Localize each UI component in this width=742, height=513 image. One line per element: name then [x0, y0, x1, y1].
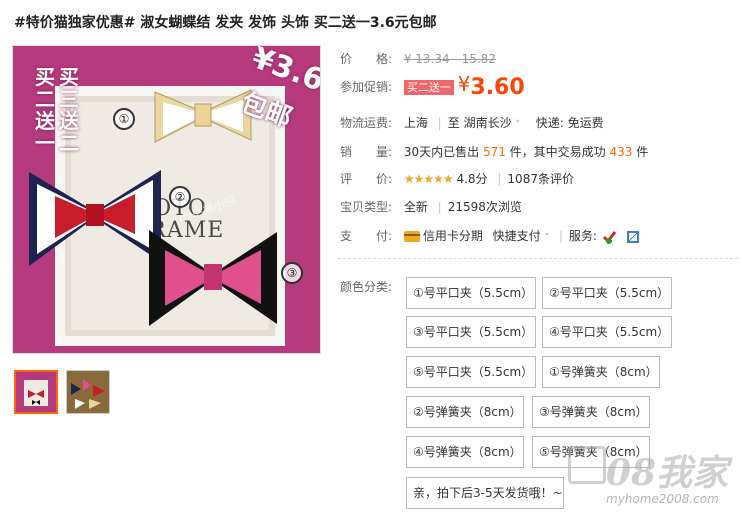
ship-to-value: 湖南长沙 [463, 116, 512, 130]
sales-success: 433 [609, 145, 633, 159]
bow-2 [29, 170, 161, 266]
promo-char: 三 [59, 87, 79, 111]
option-item[interactable]: ④号弹簧夹（8cm） [406, 436, 524, 468]
color-options-label: 颜色分类: [340, 280, 393, 294]
separator: | [437, 116, 442, 130]
sales-prefix: 30天内已售出 [403, 145, 480, 159]
separator: | [558, 229, 563, 243]
bow-3 [149, 230, 277, 326]
quick-pay-dropdown[interactable]: 快捷支付 ˅ [493, 229, 549, 243]
promo-char: 一 [35, 131, 55, 155]
section-divider [338, 258, 738, 259]
separator: | [497, 172, 502, 186]
option-item[interactable]: ③号平口夹（5.5cm） [406, 316, 536, 348]
credit-card-icon [403, 231, 420, 242]
logo-text: 08我家 [606, 452, 729, 494]
option-item[interactable]: ④号平口夹（5.5cm） [542, 316, 672, 348]
house-icon [568, 446, 606, 484]
site-watermark-logo: 08我家 myhome2008.com [566, 440, 742, 512]
ship-from: 上海 [403, 116, 428, 130]
sales-mid: 件，其中交易成功 [509, 145, 606, 159]
promo-char: 二 [35, 87, 55, 111]
promo-char: 买 [35, 65, 55, 89]
service-label: 服务: [568, 229, 597, 243]
promo-char: 送 [35, 109, 55, 133]
thumbnail-2-image [71, 379, 105, 409]
promotion-label: 参加促销: [340, 80, 393, 94]
type-value: 全新 [403, 200, 428, 214]
option-item[interactable]: ①号弹簧夹（8cm） [542, 356, 660, 388]
bow-number-1: ① [113, 108, 135, 130]
service-guarantee-icon[interactable] [601, 229, 617, 245]
bow-number-2: ② [169, 186, 191, 208]
promo-char: 二 [59, 131, 79, 155]
type-label: 宝贝类型: [340, 200, 393, 214]
pay-quick-label: 快捷支付 [492, 229, 541, 243]
service-invoice-icon[interactable] [626, 230, 639, 243]
ship-method: 快递: 免运费 [535, 116, 604, 130]
option-item[interactable]: ②号弹簧夹（8cm） [406, 396, 524, 428]
price-label: 价 格: [340, 52, 393, 66]
promo-char: 送 [59, 109, 79, 133]
ship-to-prefix: 至 [447, 116, 460, 130]
sales-suffix: 件 [636, 145, 649, 159]
shipping-label: 物流运费: [340, 116, 393, 130]
thumbnail-1[interactable] [14, 370, 58, 414]
view-count: 21598次浏览 [447, 200, 522, 214]
sales-label: 销 量: [340, 145, 393, 159]
price-row: 价 格: ¥ 13.34 - 15.82 [340, 50, 496, 67]
option-item[interactable]: 亲，拍下后3-5天发货哦！~ [406, 477, 564, 509]
shipping-row: 物流运费: 上海 | 至 湖南长沙 ˅ 快递: 免运费 [340, 114, 604, 131]
promo-currency: ¥ [457, 72, 471, 96]
rating-score: 4.8分 [456, 172, 488, 186]
main-product-image[interactable]: HOTO FRAME miss姚小田 买 买 二 三 送 送 一 二 ¥3.6 … [12, 45, 321, 354]
rating-stars-icon: ★★★★★ [403, 172, 454, 186]
option-item[interactable]: ①号平口夹（5.5cm） [406, 277, 536, 309]
logo-url: myhome2008.com [606, 492, 719, 506]
promo-price: 3.60 [470, 75, 525, 100]
thumbnail-1-image [24, 380, 48, 406]
rating-row: 评 价: ★★★★★ 4.8分 | 1087条评价 [340, 170, 574, 187]
payment-label: 支 付: [340, 229, 393, 243]
promo-vertical-text: 买买 二三 送送 一二 [33, 66, 89, 154]
option-item[interactable]: ②号平口夹（5.5cm） [542, 277, 672, 309]
sales-row: 销 量: 30天内已售出 571 件，其中交易成功 433 件 [340, 143, 648, 160]
ship-to-dropdown[interactable]: 湖南长沙 ˅ [464, 116, 520, 130]
separator: | [437, 200, 442, 214]
product-title: #特价猫独家优惠# 淑女蝴蝶结 发夹 发饰 头饰 买二送一3.6元包邮 [14, 15, 437, 31]
thumbnail-2[interactable] [66, 370, 110, 414]
reviews-link[interactable]: 1087条评价 [507, 172, 574, 186]
chevron-down-icon: ˅ [544, 233, 550, 243]
promotion-badge: 买二送一 [403, 80, 454, 95]
pay-installment[interactable]: 信用卡分期 [423, 229, 483, 243]
rating-label: 评 价: [340, 172, 393, 186]
payment-row: 支 付: 信用卡分期 快捷支付 ˅ | 服务: [340, 227, 639, 245]
type-row: 宝贝类型: 全新 | 21598次浏览 [340, 198, 522, 215]
promo-char: 买 [59, 65, 79, 89]
original-price: ¥ 13.34 - 15.82 [403, 52, 496, 66]
bow-number-3: ③ [281, 262, 303, 284]
option-item[interactable]: ⑤号平口夹（5.5cm） [406, 356, 536, 388]
chevron-down-icon: ˅ [515, 120, 520, 130]
option-item[interactable]: ③号弹簧夹（8cm） [532, 396, 650, 428]
promotion-row: 参加促销: 买二送一 ¥3.60 [340, 72, 525, 100]
sales-count: 571 [482, 145, 506, 159]
